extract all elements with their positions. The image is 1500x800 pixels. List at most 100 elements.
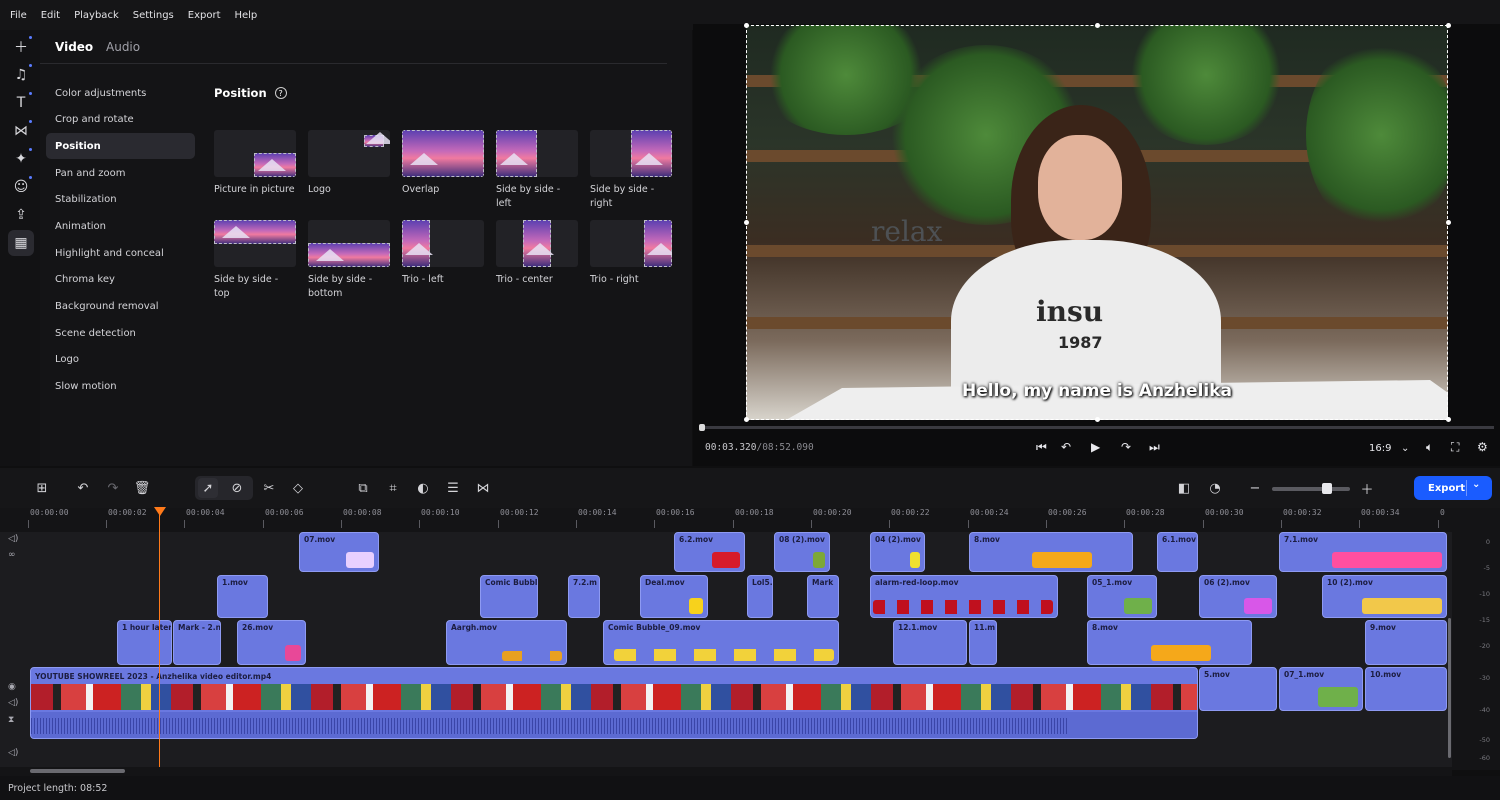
category-background-removal[interactable]: Background removal — [46, 293, 195, 319]
selection-frame[interactable] — [746, 25, 1448, 420]
timeline-clip[interactable]: 8.mov — [1087, 620, 1252, 665]
export-button[interactable]: Export ⌄ — [1414, 476, 1492, 500]
timeline-clip[interactable]: 10 (2).mov — [1322, 575, 1447, 618]
transitions-icon[interactable]: ⋈ — [8, 118, 34, 144]
timeline-clip[interactable]: 26.mov — [237, 620, 306, 665]
timeline-clip[interactable]: Deal.mov — [640, 575, 708, 618]
timeline-clip[interactable]: 07.mov — [299, 532, 379, 572]
menu-edit[interactable]: Edit — [41, 10, 60, 21]
timeline-clip[interactable]: 07_1.mov — [1279, 667, 1363, 711]
menu-settings[interactable]: Settings — [133, 10, 174, 21]
zoom-slider-handle[interactable] — [1322, 483, 1332, 494]
resize-handle[interactable] — [744, 417, 749, 422]
transition-icon[interactable]: ⋈ — [473, 478, 493, 498]
timeline-clip[interactable]: 8.mov — [969, 532, 1133, 572]
delete-icon[interactable]: 🗑︎ — [132, 478, 152, 498]
speed-icon[interactable]: ◔ — [1205, 478, 1225, 498]
timeline-clip[interactable]: Comic Bubbl — [480, 575, 538, 618]
preset-picture-in-picture[interactable]: Picture in picture — [214, 130, 296, 197]
preset-side-top[interactable]: Side by side - top — [214, 220, 296, 301]
stickers-icon[interactable]: ☺ — [8, 174, 34, 200]
playhead[interactable] — [159, 508, 160, 767]
timeline-clip[interactable]: 6.2.mov — [674, 532, 745, 572]
add-icon[interactable]: ＋ — [8, 34, 34, 60]
play-icon[interactable]: ▶ — [1091, 440, 1100, 454]
tab-video[interactable]: Video — [55, 40, 93, 54]
zoom-slider[interactable] — [1272, 487, 1350, 491]
timeline-clip[interactable]: 6.1.mov — [1157, 532, 1198, 572]
text-icon[interactable]: T — [8, 90, 34, 116]
timeline-clip[interactable]: 10.mov — [1365, 667, 1447, 711]
captions-icon[interactable]: ⧉ — [353, 478, 373, 498]
razor-disable-icon[interactable]: ⊘ — [227, 478, 247, 498]
menu-file[interactable]: File — [10, 10, 27, 21]
timeline-clip[interactable]: 04 (2).mov — [870, 532, 925, 572]
category-highlight-conceal[interactable]: Highlight and conceal — [46, 240, 195, 266]
preset-trio-left[interactable]: Trio - left — [402, 220, 484, 287]
vertical-scrollbar[interactable] — [1448, 618, 1451, 758]
menu-help[interactable]: Help — [234, 10, 257, 21]
scrollbar-thumb[interactable] — [30, 769, 125, 773]
more-tools-icon[interactable]: ▦ — [8, 230, 34, 256]
resize-handle[interactable] — [1095, 23, 1100, 28]
skip-forward-icon[interactable]: ⏭ — [1149, 440, 1160, 455]
category-chroma-key[interactable]: Chroma key — [46, 266, 195, 292]
timeline-clip[interactable]: Comic Bubble_09.mov — [603, 620, 839, 665]
volume-icon[interactable]: 🔈︎ — [1426, 440, 1433, 455]
timeline-clip[interactable]: Mark — [807, 575, 839, 618]
cut-icon[interactable]: ✂ — [259, 478, 279, 498]
menu-playback[interactable]: Playback — [74, 10, 119, 21]
category-stabilization[interactable]: Stabilization — [46, 186, 195, 212]
undo-icon[interactable]: ↶ — [73, 478, 93, 498]
main-video-clip[interactable]: YOUTUBE SHOWREEL 2023 - Anzhelika video … — [30, 667, 1198, 739]
menu-export[interactable]: Export — [188, 10, 221, 21]
skip-back-icon[interactable]: ⏮ — [1036, 440, 1047, 455]
category-pan-zoom[interactable]: Pan and zoom — [46, 160, 195, 186]
undo-frame-icon[interactable]: ↶ — [1061, 440, 1071, 454]
audio-track-icon[interactable]: ◁) — [8, 534, 18, 544]
preset-overlap[interactable]: Overlap — [402, 130, 484, 197]
visibility-icon[interactable]: ◉ — [8, 682, 16, 692]
timeline-clip[interactable]: Aargh.mov — [446, 620, 567, 665]
preset-side-right[interactable]: Side by side - right — [590, 130, 672, 211]
timeline-clip[interactable]: 1 hour later — [117, 620, 172, 665]
resize-handle[interactable] — [1446, 417, 1451, 422]
timeline-clip[interactable]: 7.2.m — [568, 575, 600, 618]
redo-frame-icon[interactable]: ↷ — [1121, 440, 1131, 454]
marker-icon[interactable]: ◇ — [288, 478, 308, 498]
category-animation[interactable]: Animation — [46, 213, 195, 239]
preset-trio-right[interactable]: Trio - right — [590, 220, 672, 287]
timeline-clip[interactable]: 05_1.mov — [1087, 575, 1157, 618]
zoom-in-icon[interactable]: ＋ — [1357, 478, 1377, 498]
timeline-clip[interactable]: Lol5. — [747, 575, 773, 618]
tab-audio[interactable]: Audio — [106, 40, 140, 54]
fullscreen-icon[interactable]: ⛶ — [1451, 440, 1459, 455]
select-tool-icon[interactable]: ➚ — [198, 478, 218, 498]
timeline-clip[interactable]: 7.1.mov — [1279, 532, 1447, 572]
timeline-clip[interactable]: 06 (2).mov — [1199, 575, 1277, 618]
audio-split-icon[interactable]: ◧ — [1174, 478, 1194, 498]
timeline-clip[interactable]: 12.1.mov — [893, 620, 967, 665]
category-slow-motion[interactable]: Slow motion — [46, 373, 195, 399]
timeline-clip[interactable]: 5.mov — [1199, 667, 1277, 711]
audio-track-icon[interactable]: ◁) — [8, 748, 18, 758]
category-position[interactable]: Position — [46, 133, 195, 159]
mute-icon[interactable]: ◁) — [8, 698, 18, 708]
export-icon[interactable]: ⇪ — [8, 202, 34, 228]
preview-scrubber[interactable] — [699, 426, 1494, 429]
timeline-clip[interactable]: 1.mov — [217, 575, 268, 618]
resize-handle[interactable] — [1095, 417, 1100, 422]
timeline-clip[interactable]: 11.m — [969, 620, 997, 665]
timeline-clip[interactable]: Mark - 2.n — [173, 620, 221, 665]
preset-side-bottom[interactable]: Side by side - bottom — [308, 220, 390, 301]
link-icon[interactable]: ∞ — [8, 550, 16, 560]
timeline-ruler[interactable]: 00:00:00 00:00:02 00:00:04 00:00:06 00:0… — [0, 508, 1452, 532]
track-settings-icon[interactable]: ⧗ — [8, 715, 14, 725]
add-track-icon[interactable]: ⊞ — [32, 478, 52, 498]
color-icon[interactable]: ◐ — [413, 478, 433, 498]
help-icon[interactable]: ? — [274, 87, 287, 99]
resize-handle[interactable] — [744, 23, 749, 28]
effects-icon[interactable]: ✦ — [8, 146, 34, 172]
category-logo[interactable]: Logo — [46, 346, 195, 372]
horizontal-scrollbar[interactable] — [0, 767, 1452, 776]
